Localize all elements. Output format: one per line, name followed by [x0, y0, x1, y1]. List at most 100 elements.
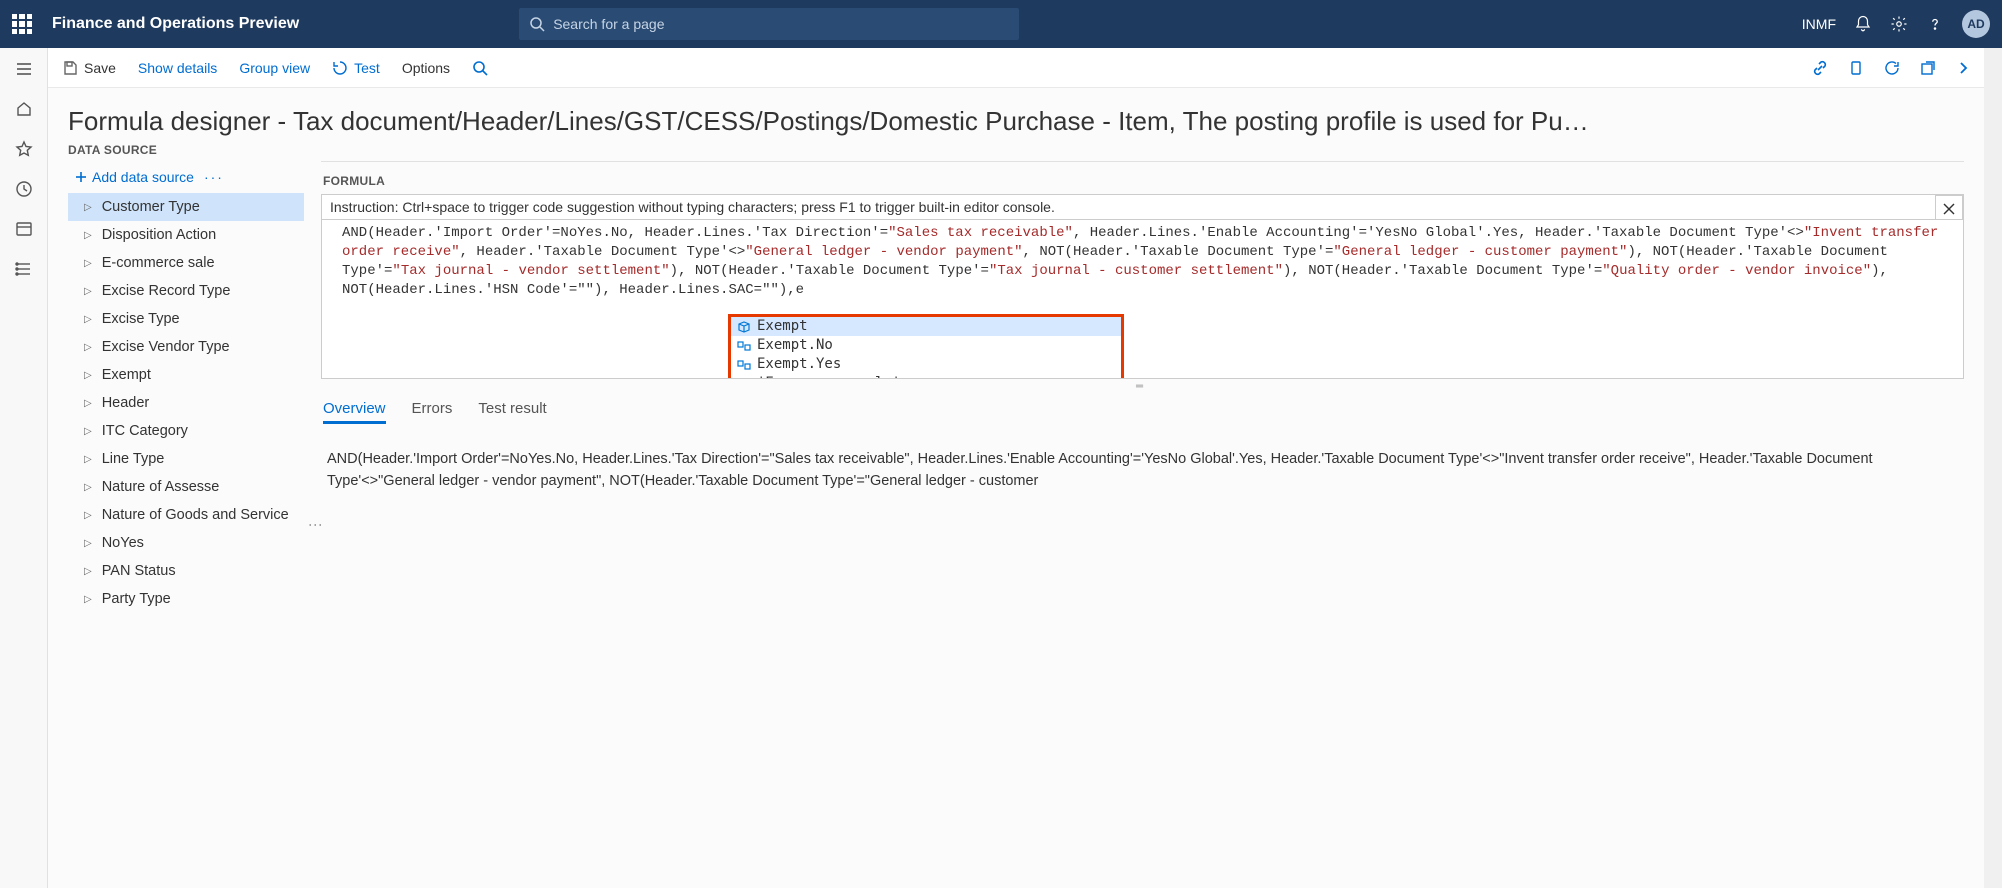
tree-item[interactable]: ▷ NoYes — [68, 529, 304, 557]
suggestion-item[interactable]: Exempt — [731, 317, 1121, 336]
tree-item[interactable]: ▷ Excise Record Type — [68, 277, 304, 305]
tree-item[interactable]: ▷ E-commerce sale — [68, 249, 304, 277]
star-icon[interactable] — [15, 140, 33, 158]
tree-item-label: Exempt — [102, 367, 151, 383]
right-scrollbar[interactable] — [1984, 48, 2002, 888]
tree-item-label: Excise Type — [102, 311, 180, 327]
global-search[interactable]: Search for a page — [519, 8, 1019, 40]
attach-icon[interactable] — [1848, 60, 1864, 76]
tree-item[interactable]: ▷ PAN Status — [68, 557, 304, 585]
legal-entity[interactable]: INMF — [1802, 16, 1836, 32]
formula-section-label: FORMULA — [323, 174, 1962, 188]
tree-item[interactable]: ▷ Nature of Goods and Service — [68, 501, 304, 529]
caret-right-icon: ▷ — [84, 370, 92, 381]
tree-item-label: Line Type — [102, 451, 165, 467]
save-button[interactable]: Save — [62, 60, 116, 76]
bottom-tabs: Overview Errors Test result — [321, 394, 1964, 430]
caret-right-icon: ▷ — [84, 202, 92, 213]
tree-item-label: E-commerce sale — [102, 255, 215, 271]
suggestion-item[interactable]: Exempt.No — [731, 336, 1121, 355]
caret-right-icon: ▷ — [84, 510, 92, 521]
tree-item[interactable]: ▷ Exempt — [68, 361, 304, 389]
action-toolbar: Save Show details Group view Test Option… — [48, 48, 1984, 88]
tree-item-label: Customer Type — [102, 199, 200, 215]
help-icon[interactable] — [1926, 15, 1944, 33]
chevron-right-icon[interactable] — [1956, 60, 1970, 76]
app-launcher-icon[interactable] — [12, 14, 32, 34]
search-placeholder: Search for a page — [553, 16, 664, 32]
options-button[interactable]: Options — [402, 60, 450, 76]
tree-item-label: Nature of Assesse — [102, 479, 220, 495]
tree-item[interactable]: ▷ Excise Type — [68, 305, 304, 333]
caret-right-icon: ▷ — [84, 426, 92, 437]
caret-right-icon: ▷ — [84, 230, 92, 241]
add-data-source-button[interactable]: Add data source — [74, 169, 194, 185]
horizontal-splitter[interactable]: ═ — [321, 379, 1964, 394]
top-bar: Finance and Operations Preview Search fo… — [0, 0, 2002, 48]
popout-icon[interactable] — [1920, 60, 1936, 76]
test-button[interactable]: Test — [332, 60, 380, 76]
tab-errors[interactable]: Errors — [412, 400, 453, 424]
data-source-tree[interactable]: ▷ Customer Type ▷ Disposition Action ▷ E-comm… — [68, 193, 311, 888]
app-title: Finance and Operations Preview — [52, 15, 299, 33]
formula-editor[interactable]: AND(Header.'Import Order'=NoYes.No, Head… — [321, 219, 1964, 379]
tree-item-label: Nature of Goods and Service — [102, 507, 289, 523]
caret-right-icon: ▷ — [84, 342, 92, 353]
tree-item-label: PAN Status — [102, 563, 176, 579]
data-source-section-label: DATA SOURCE — [68, 143, 1964, 157]
tab-overview[interactable]: Overview — [323, 400, 386, 424]
search-icon — [529, 16, 545, 32]
caret-right-icon: ▷ — [84, 258, 92, 269]
suggestion-item[interactable]: 'E-commerce sale' — [731, 374, 1121, 379]
gear-icon[interactable] — [1890, 15, 1908, 33]
suggestion-label: Exempt.No — [757, 336, 833, 355]
user-avatar[interactable]: AD — [1962, 10, 1990, 38]
vertical-splitter[interactable]: ⋮ — [311, 161, 321, 888]
caret-right-icon: ▷ — [84, 286, 92, 297]
group-view-button[interactable]: Group view — [239, 60, 310, 76]
tree-item-label: Disposition Action — [102, 227, 216, 243]
tree-item[interactable]: ▷ Customer Type — [68, 193, 304, 221]
tab-test-result[interactable]: Test result — [478, 400, 546, 424]
toolbar-search-icon[interactable] — [472, 60, 488, 76]
recent-icon[interactable] — [15, 180, 33, 198]
tree-item[interactable]: ▷ Nature of Assesse — [68, 473, 304, 501]
home-icon[interactable] — [15, 100, 33, 118]
tree-item-label: Party Type — [102, 591, 171, 607]
overview-text: AND(Header.'Import Order'=NoYes.No, Head… — [321, 430, 1964, 492]
suggestion-label: 'E-commerce sale' — [757, 374, 900, 379]
tree-item[interactable]: ▷ Excise Vendor Type — [68, 333, 304, 361]
page-title: Formula designer - Tax document/Header/L… — [68, 106, 1964, 137]
tree-item[interactable]: ▷ ITC Category — [68, 417, 304, 445]
tree-item-label: Excise Record Type — [102, 283, 231, 299]
workspace-icon[interactable] — [15, 220, 33, 238]
caret-right-icon: ▷ — [84, 454, 92, 465]
tree-item[interactable]: ▷ Header — [68, 389, 304, 417]
tree-item[interactable]: ▷ Disposition Action — [68, 221, 304, 249]
caret-right-icon: ▷ — [84, 482, 92, 493]
suggestion-label: Exempt.Yes — [757, 355, 841, 374]
caret-right-icon: ▷ — [84, 398, 92, 409]
modules-icon[interactable] — [15, 260, 33, 278]
left-nav-rail — [0, 48, 48, 888]
show-details-button[interactable]: Show details — [138, 60, 217, 76]
link-icon[interactable] — [1812, 60, 1828, 76]
suggestion-item[interactable]: Exempt.Yes — [731, 355, 1121, 374]
code-suggestions[interactable]: ExemptExempt.NoExempt.Yes'E-commerce sal… — [728, 314, 1124, 379]
tree-item-label: Header — [102, 395, 150, 411]
refresh-icon[interactable] — [1884, 60, 1900, 76]
notification-icon[interactable] — [1854, 15, 1872, 33]
suggestion-label: Exempt — [757, 317, 808, 336]
tree-item[interactable]: ▷ Party Type — [68, 585, 304, 613]
tree-item-label: Excise Vendor Type — [102, 339, 230, 355]
more-actions-icon[interactable]: ··· — [204, 169, 224, 185]
tree-item-label: ITC Category — [102, 423, 188, 439]
caret-right-icon: ▷ — [84, 314, 92, 325]
hamburger-icon[interactable] — [15, 60, 33, 78]
formula-instruction: Instruction: Ctrl+space to trigger code … — [321, 194, 1964, 219]
tree-item[interactable]: ▷ Line Type — [68, 445, 304, 473]
caret-right-icon: ▷ — [84, 566, 92, 577]
tree-item-label: NoYes — [102, 535, 144, 551]
caret-right-icon: ▷ — [84, 594, 92, 605]
caret-right-icon: ▷ — [84, 538, 92, 549]
